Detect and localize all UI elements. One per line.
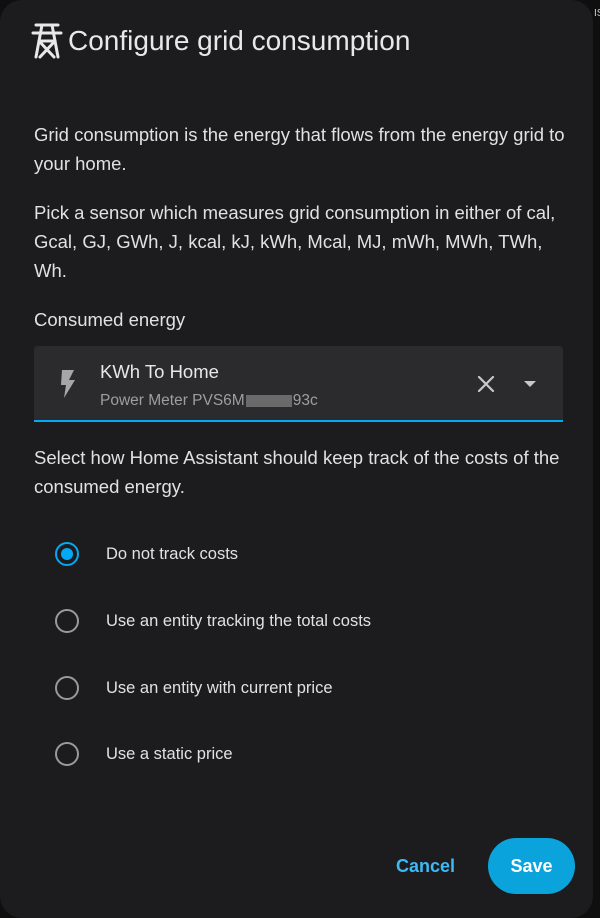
consumed-energy-picker[interactable]: KWh To Home Power Meter PVS6M 93c [34, 346, 563, 422]
redacted-block [245, 394, 292, 407]
radio-button[interactable] [55, 742, 79, 766]
dialog-title: Configure grid consumption [68, 25, 411, 56]
field-label: Consumed energy [34, 309, 186, 330]
radio-no-cost[interactable]: Do not track costs [50, 537, 238, 571]
radio-button[interactable] [55, 609, 79, 633]
radio-total-costs[interactable]: Use an entity tracking the total costs [50, 604, 371, 638]
radio-button-checked[interactable] [55, 542, 79, 566]
lightning-bolt-icon [61, 370, 75, 398]
cancel-button[interactable]: Cancel [388, 850, 463, 882]
radio-static-price[interactable]: Use a static price [50, 737, 233, 771]
radio-button[interactable] [55, 676, 79, 700]
configure-grid-dialog: Configure grid consumption Grid consumpt… [0, 0, 593, 918]
chevron-down-icon[interactable] [518, 374, 542, 394]
entity-device: Power Meter PVS6M 93c [100, 392, 318, 409]
radio-wrap[interactable] [50, 537, 84, 571]
radio-current-price[interactable]: Use an entity with current price [50, 671, 333, 705]
clear-icon[interactable] [472, 370, 500, 398]
radio-wrap[interactable] [50, 604, 84, 638]
save-button[interactable]: Save [488, 838, 575, 894]
radio-label: Use an entity tracking the total costs [106, 611, 372, 630]
sensor-hint-text: Pick a sensor which measures grid consum… [34, 202, 556, 281]
radio-label: Use a static price [106, 744, 233, 763]
entity-name: KWh To Home [100, 361, 219, 382]
edge-text: IS [594, 8, 600, 19]
transmission-tower-icon [31, 23, 63, 59]
radio-wrap[interactable] [50, 671, 84, 705]
cost-prompt-text: Select how Home Assistant should keep tr… [34, 447, 560, 497]
description-text: Grid consumption is the energy that flow… [34, 124, 565, 174]
radio-label: Use an entity with current price [106, 678, 333, 697]
dialog-header: Configure grid consumption [30, 22, 410, 60]
radio-wrap[interactable] [50, 737, 84, 771]
radio-label: Do not track costs [106, 544, 239, 563]
